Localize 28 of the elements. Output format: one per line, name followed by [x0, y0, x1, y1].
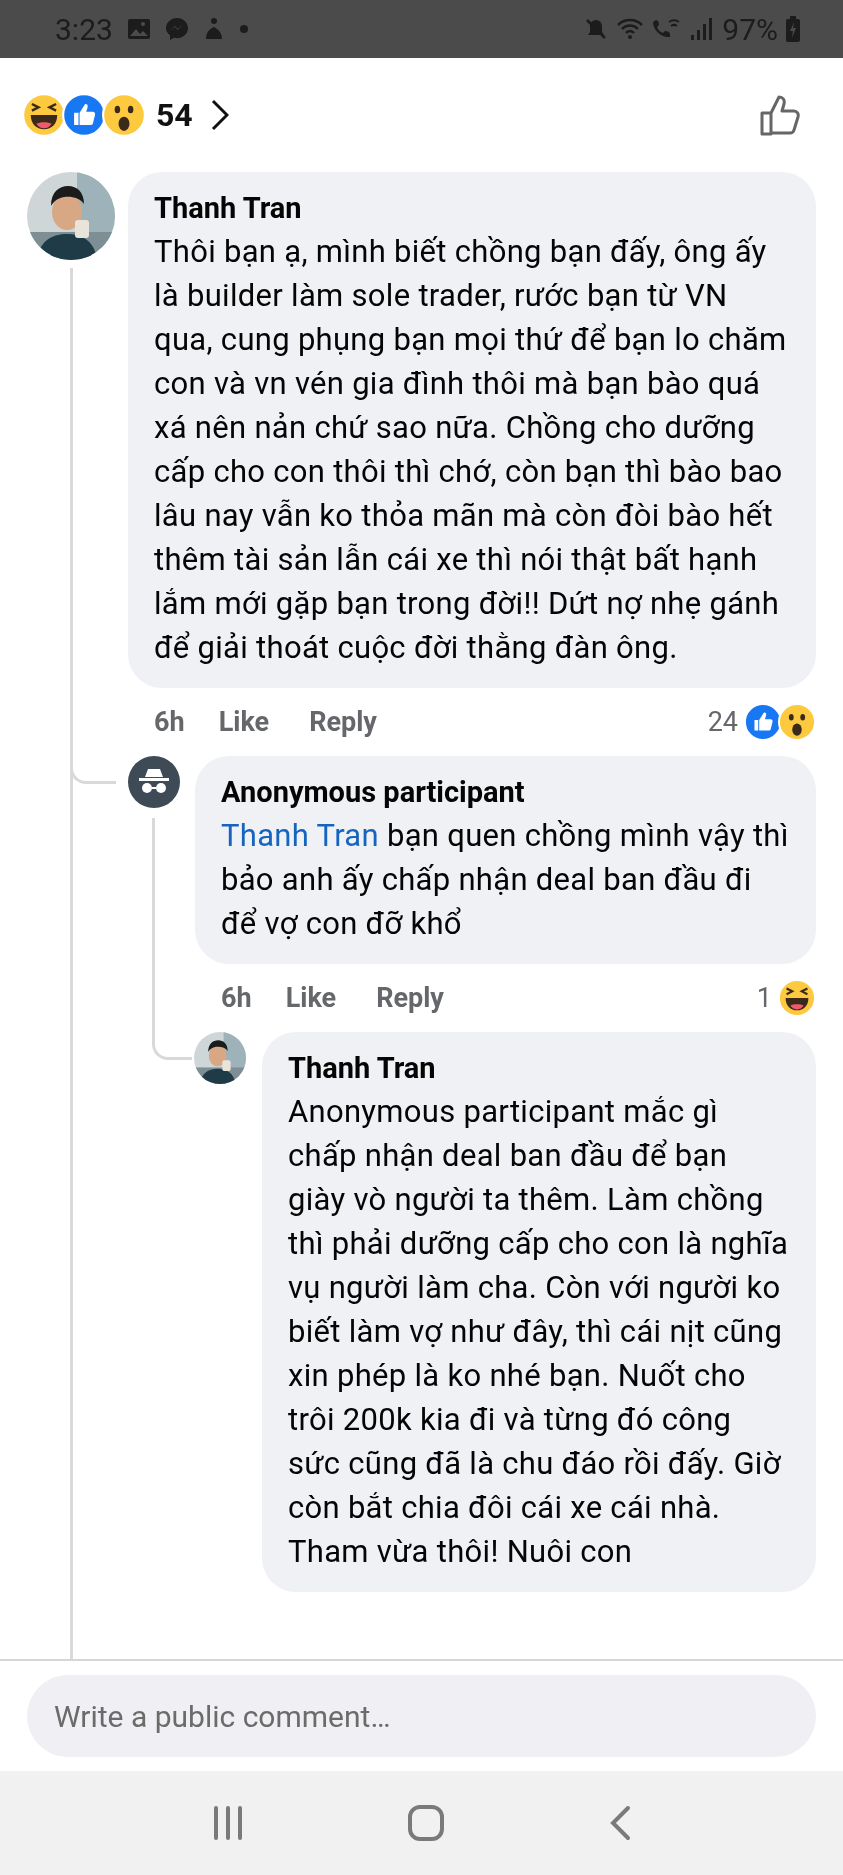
comment-action-link[interactable]: Reply: [376, 977, 444, 1019]
reaction-count[interactable]: 54: [156, 91, 193, 139]
anonymous-avatar-icon: [128, 756, 180, 808]
comment-text: Anonymous participant mắc gì chấp nhận deal ban đầu để bạn giày vò người ta thêm. Làm chồng thì phải dưỡng cấp cho con là nghĩa vụ người làm cha. Còn với người ko biết làm vợ như đây, thì cái nịt cũng xin phép là ko nhé bạn. Nuốt cho trôi 200k kia đi và từng đó công sức cũng đã là chu đáo rồi đấy. Giờ còn bắt chia đôi cái xe cái nhà. Tham vừa thôi! Nuôi con: [288, 1092, 790, 1572]
comment-time: 6h: [221, 980, 252, 1016]
chevron-right-icon[interactable]: [210, 99, 229, 131]
thumbs-up-icon[interactable]: [759, 93, 803, 137]
reaction-count[interactable]: 24: [707, 701, 738, 743]
signal-icon: [690, 17, 715, 41]
comment-text: Thanh Tran bạn quen chồng mình vậy thì bảo anh ấy chấp nhận deal ban đầu đi để vợ con đỡ khổ: [221, 816, 790, 944]
comment-action-link[interactable]: Like: [285, 977, 337, 1019]
comment-author[interactable]: Thanh Tran: [154, 186, 790, 230]
dot-icon: [238, 24, 249, 34]
image-icon: [126, 18, 151, 40]
comment-time: 6h: [154, 704, 185, 740]
home-icon[interactable]: [407, 1804, 446, 1842]
mention-link[interactable]: Thanh Tran: [221, 817, 379, 854]
comment-author[interactable]: Thanh Tran: [288, 1046, 790, 1090]
battery-charging-icon: [786, 16, 800, 42]
comment-action-link[interactable]: Like: [218, 701, 270, 743]
comment-input-field[interactable]: Write a public comment…: [27, 1675, 816, 1757]
comment-text: Thôi bạn ạ, mình biết chồng bạn đấy, ông ấy là builder làm sole trader, rước bạn từ VN qua, cung phụng bạn mọi thứ để bạn lo chăm con và vn vén gia đình thôi mà bạn bào quá xá nên nản chứ sao nữa. Chồng cho dưỡng cấp cho con thôi thì chớ, còn bạn thì bào bao lâu nay vẫn ko thỏa mãn mà còn đòi bào hết thêm tài sản lẫn cái xe thì nói thật bất hạnh lắm mới gặp bạn trong đời!! Dứt nợ nhẹ gánh để giải thoát cuộc đời thằng đàn ông.: [154, 232, 788, 668]
comment-action-link[interactable]: Reply: [309, 701, 377, 743]
reaction-count[interactable]: 1: [756, 977, 772, 1019]
thread-elbow-line: [152, 1032, 192, 1060]
chat-bubble-icon: [164, 17, 189, 41]
comment-author[interactable]: Anonymous participant: [221, 770, 790, 814]
wifi-icon: [616, 17, 645, 41]
